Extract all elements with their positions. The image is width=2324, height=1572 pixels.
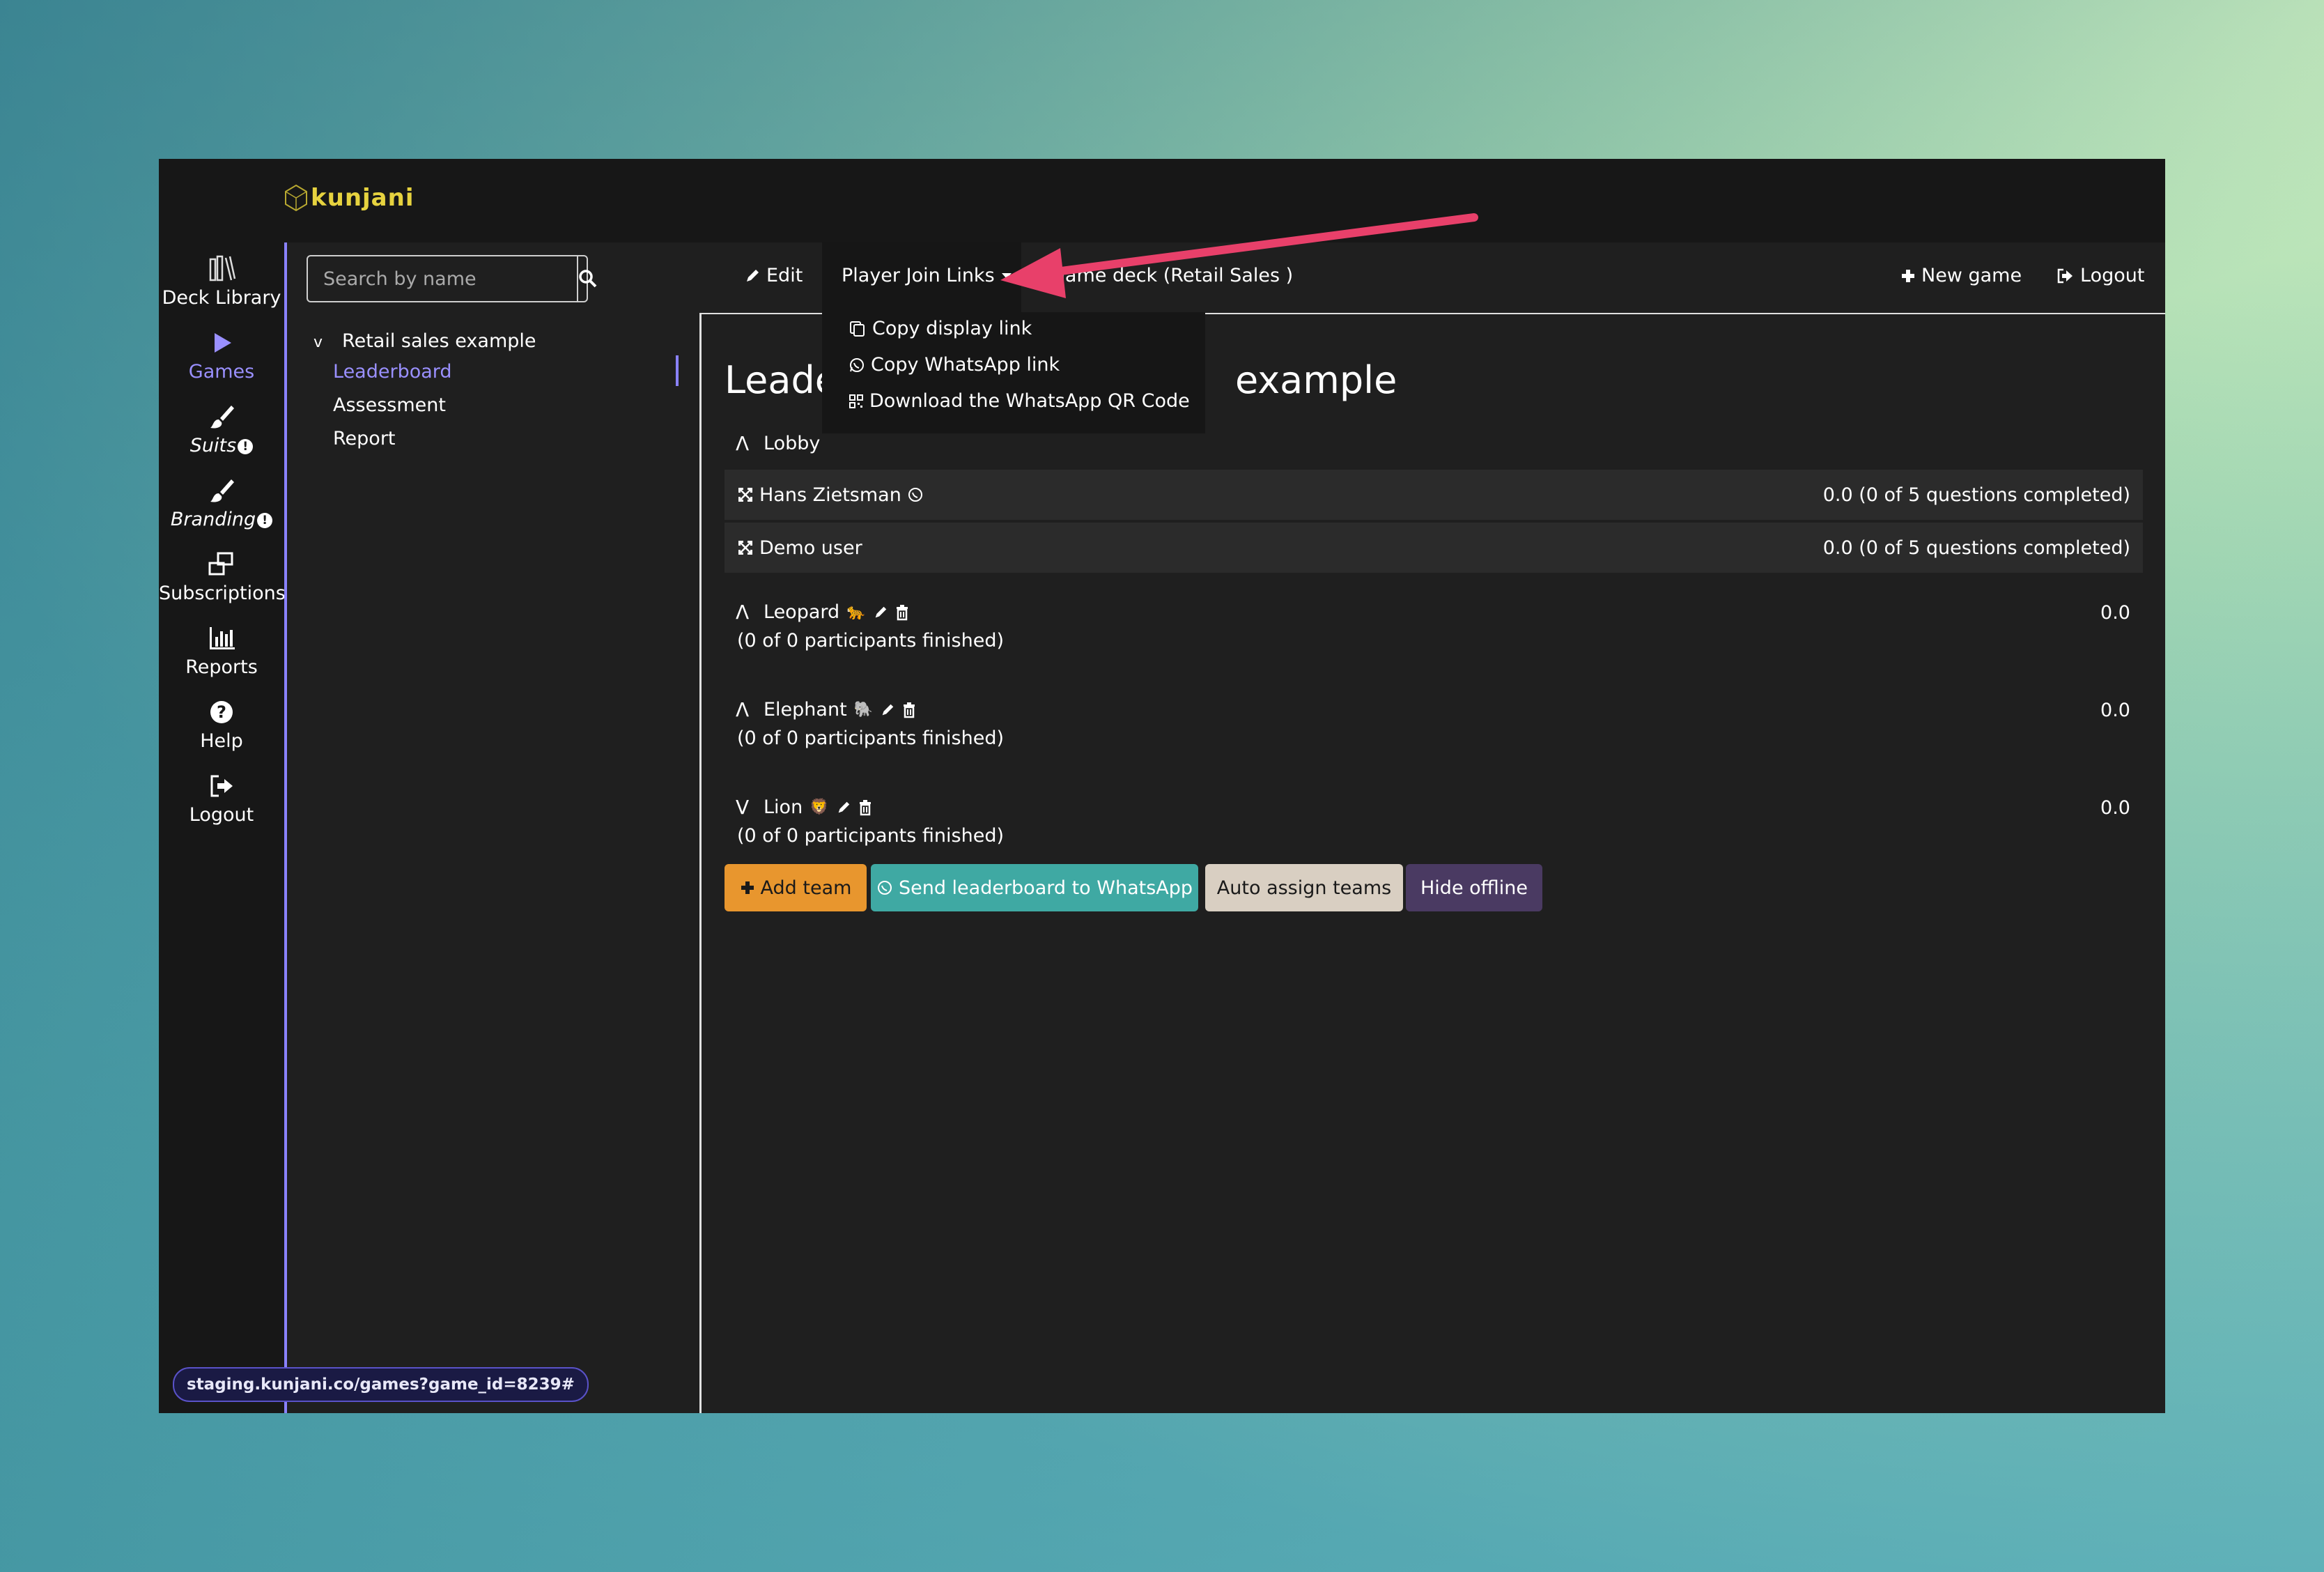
annotation-arrow [1000,213,1478,298]
